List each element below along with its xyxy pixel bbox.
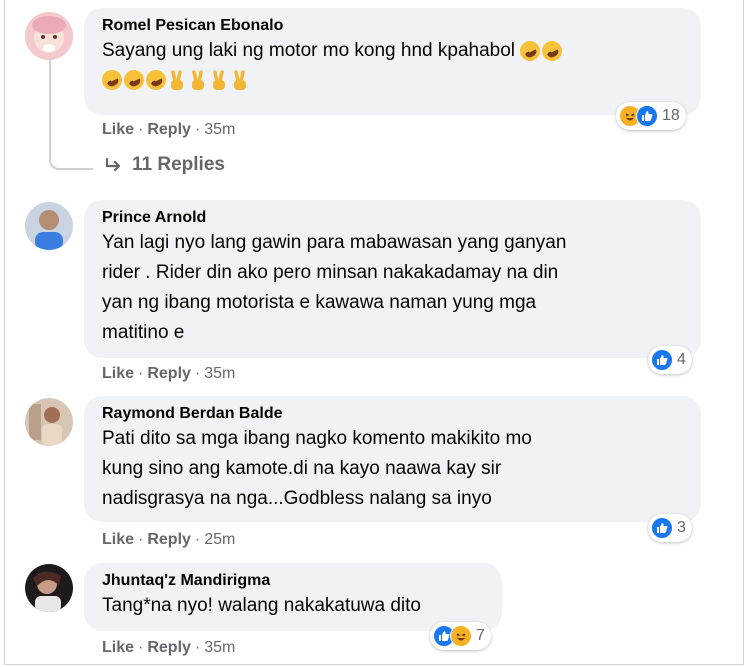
reaction-summary[interactable]: 7 — [430, 622, 491, 650]
comment-emoji-line — [98, 66, 683, 96]
separator-dot: · — [138, 365, 144, 382]
comment-bubble: Prince Arnold Yan lagi nyo lang gawin pa… — [84, 200, 701, 358]
replies-count-label: 11 Replies — [132, 154, 225, 175]
comment-author[interactable]: Jhuntaq'z Mandirigma — [102, 571, 484, 591]
reply-link[interactable]: Reply — [147, 531, 191, 548]
like-link[interactable]: Like — [102, 121, 134, 138]
comment-text-line: rider . Rider din ako pero minsan nakaka… — [102, 262, 559, 283]
comment-author[interactable]: Romel Pesican Ebonalo — [102, 16, 683, 36]
reaction-summary[interactable]: 18 — [616, 102, 686, 130]
comment-bubble: Raymond Berdan Balde Pati dito sa mga ib… — [84, 396, 701, 522]
comment-bubble: Jhuntaq'z Mandirigma Tang*na nyo! walang… — [84, 563, 502, 631]
reaction-count: 18 — [662, 107, 680, 124]
reaction-summary[interactable]: 4 — [648, 346, 692, 374]
comment-text-line: matitino e — [102, 322, 185, 343]
reply-link[interactable]: Reply — [147, 639, 191, 656]
victory-hand-emoji — [213, 70, 225, 90]
comment-text-line: Yan lagi nyo lang gawin para mabawasan y… — [102, 232, 567, 253]
avatar-photo — [25, 398, 73, 446]
timestamp[interactable]: 35m — [204, 121, 235, 138]
rofl-emoji — [516, 37, 544, 65]
comment-text-line: kung sino ang kamote.di na kayo naawa ka… — [102, 458, 502, 479]
avatar-photo — [25, 202, 73, 250]
separator-dot: · — [194, 121, 201, 138]
like-link[interactable]: Like — [102, 531, 134, 548]
emoji-group — [98, 66, 252, 94]
comment-text-line: Tang*na nyo! walang nakakatuwa dito — [102, 595, 422, 616]
separator-dot: · — [138, 639, 144, 656]
avatar[interactable] — [25, 398, 73, 446]
emoji-group — [516, 37, 566, 65]
comment-text-line: nadisgrasya na nga...Godbless nalang sa … — [102, 488, 492, 509]
victory-hand-emoji — [171, 70, 183, 90]
comment-actions: Like · Reply · 35m — [102, 638, 235, 658]
haha-icon — [450, 625, 472, 647]
reply-arrow-icon — [105, 157, 121, 172]
separator-dot: · — [138, 531, 144, 548]
view-replies-button[interactable]: 11 Replies — [104, 154, 225, 176]
rofl-emoji — [142, 66, 170, 94]
avatar[interactable] — [25, 202, 73, 250]
comment-author[interactable]: Prince Arnold — [102, 208, 683, 228]
avatar[interactable] — [25, 12, 73, 60]
separator-dot: · — [194, 531, 201, 548]
avatar-baby-image — [25, 12, 73, 60]
like-icon — [651, 517, 673, 539]
comment-text: Sayang ung laki ng motor mo kong hnd kpa… — [102, 36, 683, 66]
like-icon — [636, 105, 658, 127]
comment-text-line: Pati dito sa mga ibang nagko komento mak… — [102, 428, 532, 449]
reaction-count: 4 — [677, 351, 686, 368]
timestamp[interactable]: 35m — [204, 365, 235, 382]
avatar[interactable] — [25, 564, 73, 612]
rofl-emoji — [538, 37, 566, 65]
reaction-summary[interactable]: 3 — [648, 514, 692, 542]
victory-hand-emoji — [192, 70, 204, 90]
reaction-count: 3 — [677, 519, 686, 536]
reply-link[interactable]: Reply — [147, 365, 191, 382]
comment-author[interactable]: Raymond Berdan Balde — [102, 404, 683, 424]
reaction-count: 7 — [476, 627, 485, 644]
comment-text-line: yan ng ibang motorista e kawawa naman yu… — [102, 292, 537, 313]
like-link[interactable]: Like — [102, 365, 134, 382]
avatar-photo — [25, 564, 73, 612]
victory-hand-emoji — [234, 70, 246, 90]
reply-link[interactable]: Reply — [147, 121, 191, 138]
timestamp[interactable]: 25m — [204, 531, 235, 548]
timestamp[interactable]: 35m — [204, 639, 235, 656]
comment-bubble: Romel Pesican Ebonalo Sayang ung laki ng… — [84, 8, 701, 115]
comment-actions: Like · Reply · 35m — [102, 364, 235, 384]
rofl-emoji — [120, 66, 148, 94]
thread-connector — [49, 58, 93, 170]
like-link[interactable]: Like — [102, 639, 134, 656]
separator-dot: · — [194, 365, 201, 382]
separator-dot: · — [138, 121, 144, 138]
separator-dot: · — [194, 639, 201, 656]
comment-actions: Like · Reply · 35m — [102, 120, 235, 140]
comment-actions: Like · Reply · 25m — [102, 530, 235, 550]
comment-text-line: Sayang ung laki ng motor mo kong hnd kpa… — [102, 40, 515, 61]
like-icon — [651, 349, 673, 371]
rofl-emoji — [98, 66, 126, 94]
